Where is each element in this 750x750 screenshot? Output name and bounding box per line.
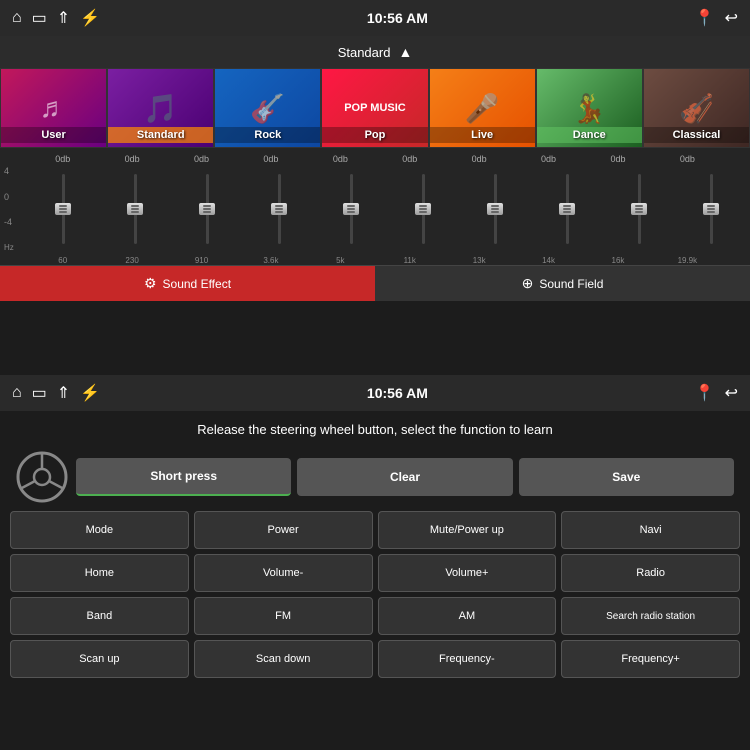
preset-bar[interactable]: Standard ▲ bbox=[0, 36, 750, 68]
instruction-text: Release the steering wheel button, selec… bbox=[0, 411, 750, 447]
func-volume-minus[interactable]: Volume- bbox=[194, 554, 373, 592]
steering-row: Short press Clear Save bbox=[0, 447, 750, 511]
eq-freq-labels: 60 230 910 3.6k 5k 11k 13k 14k 16k 19.9k bbox=[0, 254, 750, 265]
status-icons-right: 📍 ↩ bbox=[695, 8, 738, 28]
tab-sound-effect-label: Sound Effect bbox=[163, 277, 232, 291]
preset-standard[interactable]: 🎵 Standard bbox=[107, 68, 214, 148]
screen-icon-bottom[interactable]: ▭ bbox=[32, 383, 47, 403]
preset-user-label: User bbox=[1, 127, 106, 143]
func-radio[interactable]: Radio bbox=[561, 554, 740, 592]
preset-classical-label: Classical bbox=[644, 127, 749, 143]
preset-user[interactable]: ♬ User bbox=[0, 68, 107, 148]
up-arrow-icon-bottom[interactable]: ⇑ bbox=[57, 383, 70, 403]
eq-slider-13khz[interactable] bbox=[460, 169, 530, 249]
tab-sound-effect[interactable]: ⚙ Sound Effect bbox=[0, 266, 375, 301]
eq-axis: 4 0 -4 Hz bbox=[4, 164, 28, 254]
preset-pop-label: Pop bbox=[322, 127, 427, 143]
function-grid: Mode Power Mute/Power up Navi Home Volum… bbox=[0, 511, 750, 678]
clear-button[interactable]: Clear bbox=[297, 458, 512, 496]
func-scan-down[interactable]: Scan down bbox=[194, 640, 373, 678]
func-mute-power-up[interactable]: Mute/Power up bbox=[378, 511, 557, 549]
status-time-bottom: 10:56 AM bbox=[367, 385, 428, 401]
status-icons-left: ⌂ ▭ ⇑ ⚡ bbox=[12, 8, 100, 28]
steering-wheel-panel: ⌂ ▭ ⇑ ⚡ 10:56 AM 📍 ↩ Release the steerin… bbox=[0, 375, 750, 750]
preset-dance-label: Dance bbox=[537, 127, 642, 143]
preset-rock[interactable]: 🎸 Rock bbox=[214, 68, 321, 148]
up-arrow-icon[interactable]: ⇑ bbox=[57, 8, 70, 28]
equalizer-panel: ⌂ ▭ ⇑ ⚡ 10:56 AM 📍 ↩ Standard ▲ ♬ User 🎵… bbox=[0, 0, 750, 375]
short-press-button[interactable]: Short press bbox=[76, 458, 291, 496]
func-home[interactable]: Home bbox=[10, 554, 189, 592]
presets-row: ♬ User 🎵 Standard 🎸 Rock POP MUSIC Pop 🎤 bbox=[0, 68, 750, 148]
save-button[interactable]: Save bbox=[519, 458, 734, 496]
status-icons-left-bottom: ⌂ ▭ ⇑ ⚡ bbox=[12, 383, 100, 403]
eq-slider-5khz[interactable] bbox=[316, 169, 386, 249]
eq-slider-16khz[interactable] bbox=[604, 169, 674, 249]
back-icon-bottom[interactable]: ↩ bbox=[725, 383, 738, 403]
sound-field-icon: ⊕ bbox=[522, 275, 534, 292]
sound-effect-icon: ⚙ bbox=[144, 275, 157, 292]
back-icon[interactable]: ↩ bbox=[725, 8, 738, 28]
preset-classical[interactable]: 🎻 Classical bbox=[643, 68, 750, 148]
status-bar-top: ⌂ ▭ ⇑ ⚡ 10:56 AM 📍 ↩ bbox=[0, 0, 750, 36]
preset-pop[interactable]: POP MUSIC Pop bbox=[321, 68, 428, 148]
func-fm[interactable]: FM bbox=[194, 597, 373, 635]
tab-sound-field[interactable]: ⊕ Sound Field bbox=[375, 266, 750, 301]
tab-sound-field-label: Sound Field bbox=[539, 277, 603, 291]
eq-sliders-area: 4 0 -4 Hz bbox=[0, 164, 750, 254]
eq-db-labels: 0db 0db 0db 0db 0db 0db 0db 0db 0db 0db bbox=[0, 152, 750, 164]
eq-slider-11khz[interactable] bbox=[388, 169, 458, 249]
location-icon-bottom: 📍 bbox=[695, 383, 715, 403]
func-frequency-plus[interactable]: Frequency+ bbox=[561, 640, 740, 678]
preset-label: Standard bbox=[338, 45, 391, 60]
action-buttons: Short press Clear Save bbox=[76, 458, 734, 496]
func-search-radio-station[interactable]: Search radio station bbox=[561, 597, 740, 635]
home-icon-bottom[interactable]: ⌂ bbox=[12, 384, 22, 402]
func-band[interactable]: Band bbox=[10, 597, 189, 635]
screen-icon[interactable]: ▭ bbox=[32, 8, 47, 28]
eq-slider-14khz[interactable] bbox=[532, 169, 602, 249]
preset-standard-label: Standard bbox=[108, 127, 213, 143]
location-icon: 📍 bbox=[695, 8, 715, 28]
eq-slider-3k6hz[interactable] bbox=[244, 169, 314, 249]
func-navi[interactable]: Navi bbox=[561, 511, 740, 549]
func-frequency-minus[interactable]: Frequency- bbox=[378, 640, 557, 678]
preset-dance[interactable]: 💃 Dance bbox=[536, 68, 643, 148]
eq-slider-19k9hz[interactable] bbox=[676, 169, 746, 249]
preset-live-label: Live bbox=[430, 127, 535, 143]
func-am[interactable]: AM bbox=[378, 597, 557, 635]
eq-slider-230hz[interactable] bbox=[100, 169, 170, 249]
func-power[interactable]: Power bbox=[194, 511, 373, 549]
status-icons-right-bottom: 📍 ↩ bbox=[695, 383, 738, 403]
eq-tabs: ⚙ Sound Effect ⊕ Sound Field bbox=[0, 265, 750, 301]
preset-rock-label: Rock bbox=[215, 127, 320, 143]
steering-wheel-icon bbox=[16, 451, 68, 503]
eq-sliders bbox=[28, 164, 746, 254]
eq-slider-910hz[interactable] bbox=[172, 169, 242, 249]
status-bar-bottom: ⌂ ▭ ⇑ ⚡ 10:56 AM 📍 ↩ bbox=[0, 375, 750, 411]
eq-slider-60hz[interactable] bbox=[28, 169, 98, 249]
preset-chevron-icon: ▲ bbox=[398, 44, 412, 60]
func-scan-up[interactable]: Scan up bbox=[10, 640, 189, 678]
preset-live[interactable]: 🎤 Live bbox=[429, 68, 536, 148]
usb-icon-bottom[interactable]: ⚡ bbox=[80, 383, 100, 403]
home-icon[interactable]: ⌂ bbox=[12, 9, 22, 27]
usb-icon[interactable]: ⚡ bbox=[80, 8, 100, 28]
func-mode[interactable]: Mode bbox=[10, 511, 189, 549]
status-time-top: 10:56 AM bbox=[367, 10, 428, 26]
func-volume-plus[interactable]: Volume+ bbox=[378, 554, 557, 592]
